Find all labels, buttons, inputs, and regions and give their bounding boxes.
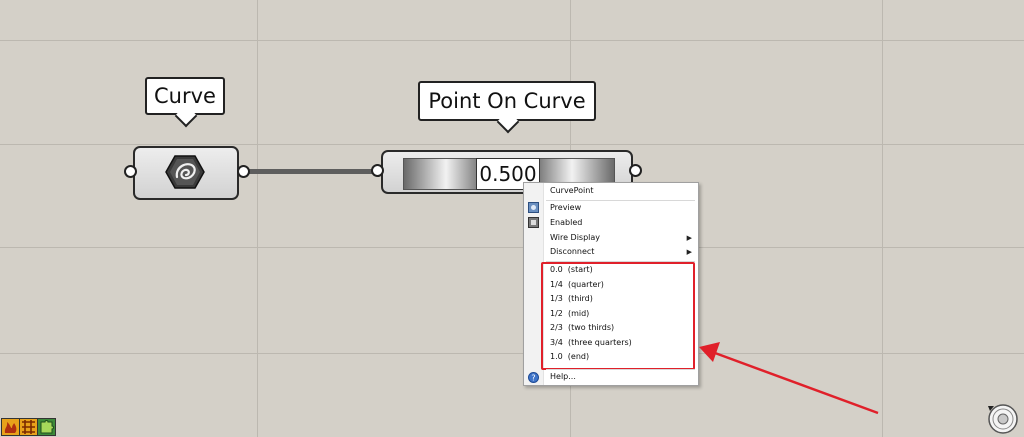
enabled-icon: [528, 217, 539, 228]
submenu-arrow-icon: ▶: [686, 248, 692, 256]
context-menu: CurvePoint Preview Enabled Wire Display …: [523, 182, 699, 386]
connection-wire[interactable]: [242, 169, 378, 174]
menu-item-enabled[interactable]: Enabled: [550, 216, 582, 230]
annotation-arrow: [699, 342, 879, 415]
bubble-tail: [174, 104, 198, 128]
bubble-tail: [496, 110, 520, 134]
flame-grid-icon[interactable]: [19, 418, 38, 436]
grid-line: [257, 0, 258, 437]
menu-title: CurvePoint: [550, 186, 594, 195]
menu-item-disconnect[interactable]: Disconnect: [550, 245, 594, 259]
point-on-curve-input-grip[interactable]: [371, 164, 384, 177]
preview-icon: [528, 202, 539, 213]
grid-line: [0, 40, 1024, 41]
curve-input-grip[interactable]: [124, 165, 137, 178]
help-icon: ?: [528, 372, 539, 383]
preset-highlight-box: [541, 262, 695, 370]
submenu-arrow-icon: ▶: [686, 234, 692, 242]
flame-icon[interactable]: [1, 418, 20, 436]
menu-item-wire-display[interactable]: Wire Display: [550, 231, 600, 245]
menu-item-help[interactable]: Help...: [550, 370, 576, 384]
grid-line: [0, 144, 1024, 145]
point-on-curve-label: Point On Curve: [428, 89, 586, 113]
navigation-dial-icon[interactable]: [986, 402, 1018, 434]
curve-output-grip[interactable]: [237, 165, 250, 178]
menu-item-preview[interactable]: Preview: [550, 201, 581, 215]
grid-line: [0, 353, 1024, 354]
grid-line: [0, 247, 1024, 248]
puzzle-icon[interactable]: [37, 418, 56, 436]
curve-param-icon: [165, 155, 205, 189]
grasshopper-canvas[interactable]: Curve Point On Curve 0.500 CurvePoint Pr…: [0, 0, 1024, 437]
curve-parameter-component[interactable]: [133, 146, 239, 200]
curve-label-bubble: Curve: [145, 77, 225, 128]
grid-line: [882, 0, 883, 437]
svg-text:?: ?: [531, 374, 535, 383]
point-on-curve-output-grip[interactable]: [629, 164, 642, 177]
point-on-curve-label-bubble: Point On Curve: [418, 81, 596, 134]
